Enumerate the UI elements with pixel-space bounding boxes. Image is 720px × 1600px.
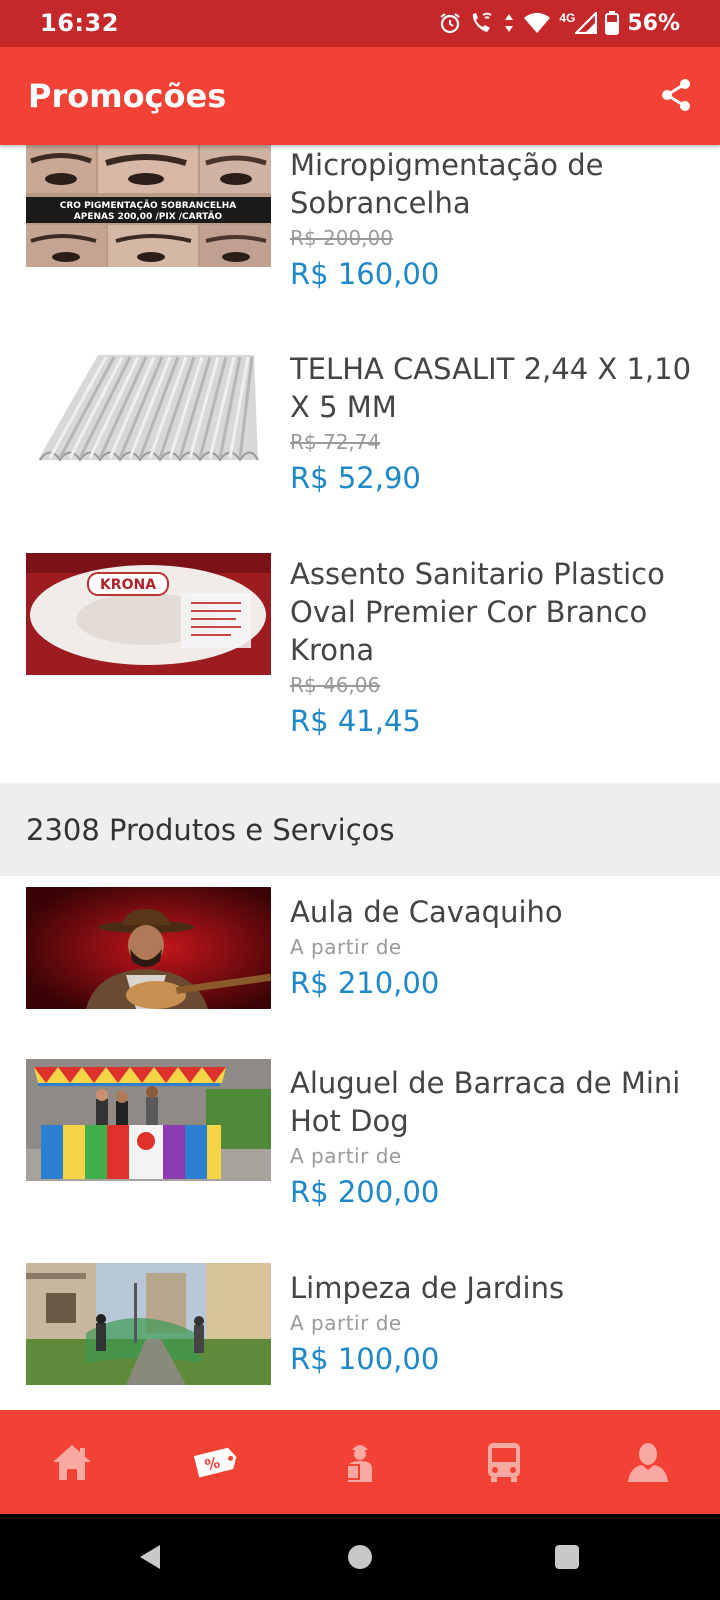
item-from-label: A partir de [290, 935, 402, 959]
product-image[interactable]: CRO PIGMENTAÇÃO SOBRANCELHA APENAS 200,0… [26, 145, 271, 267]
share-icon [662, 79, 690, 111]
alarm-icon [440, 13, 460, 34]
item-info: Aluguel de Barraca de Mini Hot Dog A par… [290, 1064, 700, 1212]
wifi-call-icon [473, 12, 492, 32]
item-info: TELHA CASALIT 2,44 X 1,10 X 5 MM R$ 72,7… [290, 350, 700, 498]
content-list[interactable]: CRO PIGMENTAÇÃO SOBRANCELHA APENAS 200,0… [0, 145, 720, 1410]
home-icon [53, 1445, 91, 1480]
item-title: Micropigmentação de Sobrancelha [290, 148, 604, 220]
wifi-icon [524, 12, 551, 33]
toilet-seat-photo: KRONA [26, 553, 271, 675]
product-image[interactable] [26, 1263, 271, 1385]
user-icon [628, 1443, 668, 1482]
product-image[interactable] [26, 345, 271, 467]
item-info: Limpeza de Jardins A partir de R$ 100,00 [290, 1269, 700, 1379]
data-arrows-icon [505, 14, 514, 32]
image-caption-line-1: CRO PIGMENTAÇÃO SOBRANCELHA [60, 200, 236, 211]
section-title: 2308 Produtos e Serviços [26, 813, 395, 847]
bus-icon [488, 1443, 520, 1482]
list-item[interactable]: TELHA CASALIT 2,44 X 1,10 X 5 MM R$ 72,7… [0, 345, 720, 545]
item-price: R$ 52,90 [290, 461, 421, 495]
item-info: Assento Sanitario Plastico Oval Premier … [290, 555, 700, 741]
back-icon[interactable] [138, 1544, 162, 1570]
eyebrow-photo: CRO PIGMENTAÇÃO SOBRANCELHA APENAS 200,0… [26, 145, 271, 267]
garden-photo [26, 1263, 271, 1385]
status-bar: 16:32 4G 56% [0, 0, 720, 47]
image-caption-line-2: APENAS 200,00 /PIX /CARTÃO [74, 211, 223, 222]
nav-profile[interactable] [576, 1410, 720, 1514]
list-item[interactable]: Aluguel de Barraca de Mini Hot Dog A par… [0, 1059, 720, 1259]
signal-icon [575, 12, 598, 34]
item-old-price: R$ 46,06 [290, 673, 381, 697]
item-title: Aula de Cavaquiho [290, 895, 563, 929]
brand-label: KRONA [100, 577, 156, 593]
list-item[interactable]: CRO PIGMENTAÇÃO SOBRANCELHA APENAS 200,0… [0, 145, 720, 335]
item-info: Micropigmentação de Sobrancelha R$ 200,0… [290, 146, 700, 294]
list-item[interactable]: Limpeza de Jardins A partir de R$ 100,00 [0, 1263, 720, 1410]
section-header: 2308 Produtos e Serviços [0, 783, 720, 876]
bottom-navigation: % [0, 1410, 720, 1514]
item-info: Aula de Cavaquiho A partir de R$ 210,00 [290, 893, 700, 1003]
item-title: Aluguel de Barraca de Mini Hot Dog [290, 1066, 681, 1138]
nav-transport[interactable] [432, 1410, 576, 1514]
item-price: R$ 210,00 [290, 966, 440, 1000]
promo-tag-icon: % [193, 1447, 237, 1478]
item-price: R$ 200,00 [290, 1175, 440, 1209]
item-from-label: A partir de [290, 1311, 402, 1335]
product-image[interactable]: KRONA [26, 553, 271, 675]
item-title: Assento Sanitario Plastico Oval Premier … [290, 557, 665, 667]
status-time: 16:32 [40, 9, 119, 37]
item-title: Limpeza de Jardins [290, 1271, 565, 1305]
list-item[interactable]: KRONA Assento Sanitario Plastico Oval Pr… [0, 553, 720, 783]
nav-services[interactable] [288, 1410, 432, 1514]
share-button[interactable] [658, 77, 698, 117]
item-from-label: A partir de [290, 1144, 402, 1168]
page-title: Promoções [28, 77, 227, 115]
roof-tile-photo [26, 345, 271, 467]
nav-home[interactable] [0, 1410, 144, 1514]
worker-icon [346, 1445, 372, 1482]
network-type: 4G [559, 11, 576, 25]
item-old-price: R$ 72,74 [290, 430, 381, 454]
app-bar: Promoções [0, 47, 720, 145]
product-image[interactable] [26, 887, 271, 1009]
cavaquinho-photo [26, 887, 271, 1009]
product-image[interactable] [26, 1059, 271, 1181]
item-price: R$ 100,00 [290, 1342, 440, 1376]
item-price: R$ 41,45 [290, 704, 421, 738]
list-item[interactable]: Aula de Cavaquiho A partir de R$ 210,00 [0, 887, 720, 1057]
recents-button[interactable] [555, 1545, 579, 1569]
battery-icon [605, 11, 620, 35]
item-title: TELHA CASALIT 2,44 X 1,10 X 5 MM [290, 352, 692, 424]
battery-percentage: 56% [627, 10, 680, 36]
system-navigation-bar [0, 1514, 720, 1600]
status-icons: 4G 56% [439, 8, 680, 38]
hot-dog-stand-photo [26, 1059, 271, 1181]
home-button[interactable] [348, 1545, 372, 1569]
item-old-price: R$ 200,00 [290, 226, 393, 250]
item-price: R$ 160,00 [290, 257, 440, 291]
nav-promotions[interactable]: % [144, 1410, 288, 1514]
